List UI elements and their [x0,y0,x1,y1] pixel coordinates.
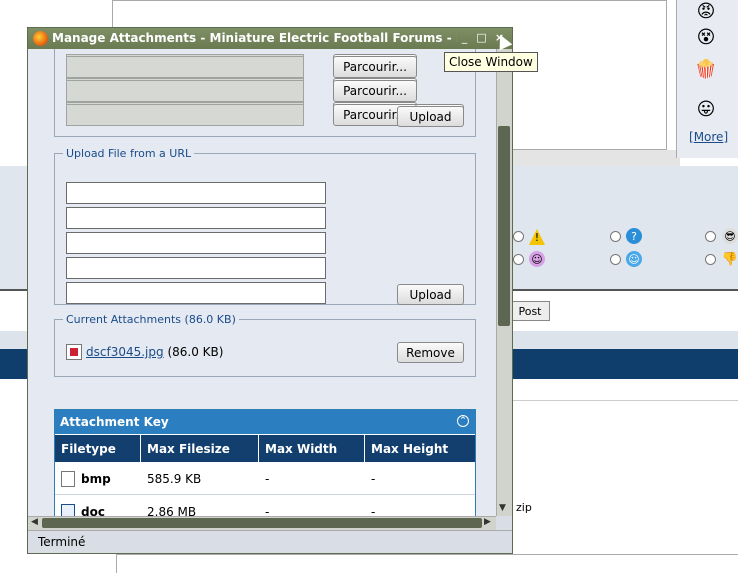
url-input[interactable] [66,182,326,204]
column-header: Max Width [259,435,365,462]
manage-attachments-window: Manage Attachments - Miniature Electric … [27,27,513,554]
upload-button[interactable]: Upload [397,106,464,127]
column-header: Max Filesize [141,435,259,462]
sign-smiley-icon[interactable]: 😵 [693,26,719,48]
post-button[interactable]: Post [510,301,550,321]
minimize-icon[interactable]: _ [458,32,471,45]
filetype-cell: bmp [55,463,141,494]
post-icon-radio[interactable] [610,254,621,265]
attachment-key-title: Attachment Key [60,415,169,429]
upload-url-group: Upload File from a URL Upload [54,147,476,305]
doc-file-icon [61,503,75,516]
width-cell: - [265,471,270,486]
current-attachments-group: Current Attachments (86.0 KB) dscf3045.j… [54,313,476,377]
warning-icon: ! [529,229,545,245]
browse-button[interactable]: Parcourir... [333,56,417,78]
column-header-row: Filetype Max Filesize Max Width Max Heig… [55,435,475,462]
status-text: Terminé [38,535,86,549]
post-icon-radio[interactable] [513,231,524,242]
file-path-field[interactable] [66,56,304,78]
width-cell: - [265,504,270,517]
grin-smiley-icon: ☺ [529,251,545,267]
attachment-size: (86.0 KB) [167,345,224,359]
browse-button[interactable]: Parcourir... [333,80,417,102]
window-content: Parcourir... Parcourir... Parcourir... U… [28,49,496,516]
attachment-entry: dscf3045.jpg (86.0 KB) [86,345,223,359]
status-bar: Terminé [28,530,512,553]
popcorn-smiley-icon[interactable]: 🍿 [693,58,719,80]
window-title: Manage Attachments - Miniature Electric … [52,31,457,45]
scroll-right-icon[interactable]: ▶ [484,517,491,527]
current-attachments-legend: Current Attachments (86.0 KB) [66,313,236,326]
horizontal-scroll-thumb[interactable] [42,518,482,528]
more-smilies-link[interactable]: [More] [689,130,728,144]
column-header: Max Height [371,441,449,456]
url-input[interactable] [66,232,326,254]
table-row: doc 2.86 MB - - [55,496,475,516]
file-path-field[interactable] [66,104,304,126]
height-cell: - [371,471,376,486]
url-upload-button[interactable]: Upload [397,284,464,305]
thumbs-down-icon: 👎 [721,251,738,267]
attachment-key-header: Attachment Key ⌃ [55,410,475,434]
post-icon-radio[interactable] [705,231,716,242]
scroll-left-icon[interactable]: ◀ [31,517,38,527]
url-input[interactable] [66,282,326,304]
firefox-icon [33,31,48,46]
post-icon-radio[interactable] [610,231,621,242]
filesize-cell: 2.86 MB [147,504,197,517]
column-header: Filetype [55,435,141,462]
collapse-icon[interactable]: ⌃ [457,415,469,427]
smile-smiley-icon: ☺ [626,251,642,267]
lower-frame [116,554,738,573]
upload-url-legend: Upload File from a URL [66,147,192,160]
zip-text: zip [516,501,532,514]
window-titlebar[interactable]: Manage Attachments - Miniature Electric … [28,28,512,49]
scroll-down-icon[interactable]: ▼ [499,503,506,513]
post-icon-radio[interactable] [513,254,524,265]
file-path-field[interactable] [66,80,304,102]
image-file-icon [66,344,82,360]
url-input[interactable] [66,207,326,229]
filesize-cell: 585.9 KB [147,471,202,486]
filetype-cell: doc [55,496,141,516]
filetype-label: doc [81,504,105,517]
attachment-key-table: Attachment Key ⌃ Filetype Max Filesize M… [54,409,476,516]
url-input[interactable] [66,257,326,279]
height-cell: - [371,504,376,517]
filetype-label: bmp [81,471,111,486]
cool-smiley-icon: 😎 [722,228,738,244]
table-row: bmp 585.9 KB - - [55,463,475,495]
close-window-tooltip: Close Window [444,52,538,72]
tongue-smiley-icon[interactable]: 😛 [693,98,719,120]
maximize-icon[interactable]: □ [475,32,488,45]
bmp-file-icon [61,470,75,487]
lower-panel-box [510,400,738,470]
remove-button[interactable]: Remove [397,342,464,363]
question-icon: ? [626,228,642,244]
vertical-scroll-thumb[interactable] [498,126,510,326]
post-icon-radio[interactable] [705,254,716,265]
angry-smiley-icon[interactable]: 😡 [693,0,719,22]
attachment-link[interactable]: dscf3045.jpg [86,345,164,359]
